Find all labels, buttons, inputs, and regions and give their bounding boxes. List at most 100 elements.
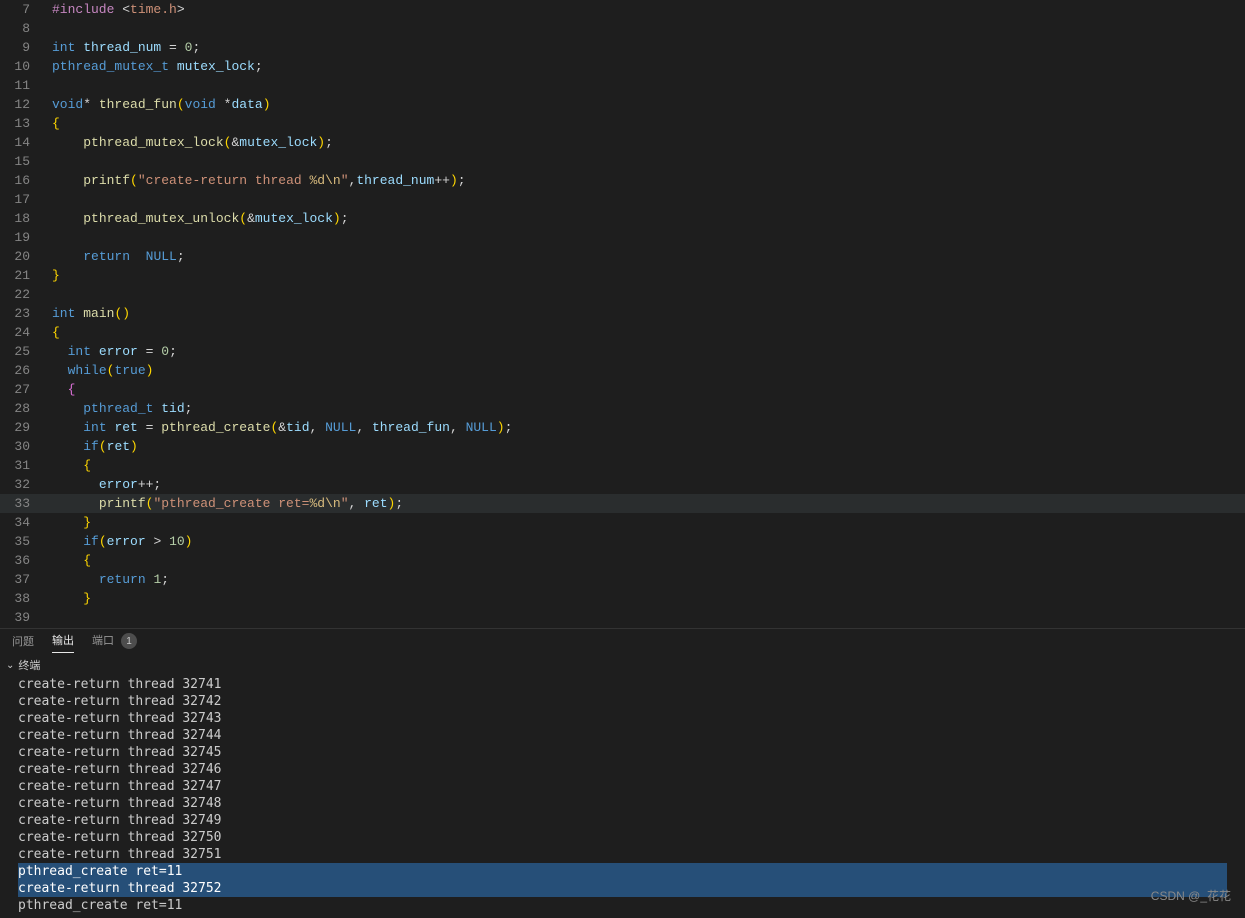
code-content: #include <time.h> [52, 0, 1245, 19]
code-line[interactable]: 21} [0, 266, 1245, 285]
code-line[interactable]: 39 [0, 608, 1245, 627]
code-content: printf("create-return thread %d\n",threa… [52, 171, 1245, 190]
code-content: } [52, 513, 1245, 532]
terminal-output[interactable]: create-return thread 32741 create-return … [0, 674, 1245, 918]
terminal-line: pthread_create ret=11 [18, 897, 1227, 914]
code-content: if(ret) [52, 437, 1245, 456]
code-content: pthread_t tid; [52, 399, 1245, 418]
chevron-down-icon: ⌄ [6, 660, 14, 671]
line-number: 37 [0, 570, 52, 589]
terminal-line: create-return thread 32746 [18, 761, 1227, 778]
panel-tabs: 问题 输出 端口 1 [0, 628, 1245, 656]
code-content: int main() [52, 304, 1245, 323]
line-number: 30 [0, 437, 52, 456]
code-line[interactable]: 19 [0, 228, 1245, 247]
code-line[interactable]: 8 [0, 19, 1245, 38]
code-content [52, 285, 1245, 304]
terminal-line: create-return thread 32743 [18, 710, 1227, 727]
code-content: { [52, 114, 1245, 133]
line-number: 35 [0, 532, 52, 551]
code-line[interactable]: 37 return 1; [0, 570, 1245, 589]
code-line[interactable]: 27 { [0, 380, 1245, 399]
code-line[interactable]: 12void* thread_fun(void *data) [0, 95, 1245, 114]
code-content: { [52, 551, 1245, 570]
terminal-line: create-return thread 32744 [18, 727, 1227, 744]
code-content: return 1; [52, 570, 1245, 589]
code-line[interactable]: 26 while(true) [0, 361, 1245, 380]
line-number: 20 [0, 247, 52, 266]
line-number: 15 [0, 152, 52, 171]
code-content [52, 190, 1245, 209]
line-number: 23 [0, 304, 52, 323]
line-number: 14 [0, 133, 52, 152]
code-content: return NULL; [52, 247, 1245, 266]
code-line[interactable]: 18 pthread_mutex_unlock(&mutex_lock); [0, 209, 1245, 228]
line-number: 9 [0, 38, 52, 57]
tab-ports[interactable]: 端口 1 [92, 632, 137, 654]
code-line[interactable]: 10pthread_mutex_t mutex_lock; [0, 57, 1245, 76]
tab-ports-label: 端口 [92, 635, 114, 647]
code-line[interactable]: 17 [0, 190, 1245, 209]
code-line[interactable]: 7#include <time.h> [0, 0, 1245, 19]
code-content: int error = 0; [52, 342, 1245, 361]
code-content: pthread_mutex_t mutex_lock; [52, 57, 1245, 76]
code-line[interactable]: 36 { [0, 551, 1245, 570]
line-number: 33 [0, 494, 52, 513]
code-content: void* thread_fun(void *data) [52, 95, 1245, 114]
badge-port-count: 1 [121, 633, 137, 649]
code-editor[interactable]: 7#include <time.h>89int thread_num = 0;1… [0, 0, 1245, 628]
code-line[interactable]: 23int main() [0, 304, 1245, 323]
code-line[interactable]: 30 if(ret) [0, 437, 1245, 456]
tab-problems[interactable]: 问题 [12, 633, 34, 653]
code-line[interactable]: 34 } [0, 513, 1245, 532]
code-content: { [52, 380, 1245, 399]
code-content: { [52, 456, 1245, 475]
code-line[interactable]: 28 pthread_t tid; [0, 399, 1245, 418]
code-content: pthread_mutex_unlock(&mutex_lock); [52, 209, 1245, 228]
code-content: } [52, 589, 1245, 608]
code-line[interactable]: 35 if(error > 10) [0, 532, 1245, 551]
line-number: 18 [0, 209, 52, 228]
line-number: 28 [0, 399, 52, 418]
code-line[interactable]: 16 printf("create-return thread %d\n",th… [0, 171, 1245, 190]
code-line[interactable]: 14 pthread_mutex_lock(&mutex_lock); [0, 133, 1245, 152]
line-number: 39 [0, 608, 52, 627]
terminal-line: pthread_create ret=11 [18, 863, 1227, 880]
terminal-line: create-return thread 32752 [18, 880, 1227, 897]
code-content: int ret = pthread_create(&tid, NULL, thr… [52, 418, 1245, 437]
line-number: 29 [0, 418, 52, 437]
code-line[interactable]: 15 [0, 152, 1245, 171]
line-number: 19 [0, 228, 52, 247]
code-content: error++; [52, 475, 1245, 494]
tab-output[interactable]: 输出 [52, 632, 74, 653]
code-line[interactable]: 38 } [0, 589, 1245, 608]
code-line[interactable]: 13{ [0, 114, 1245, 133]
line-number: 31 [0, 456, 52, 475]
code-line[interactable]: 32 error++; [0, 475, 1245, 494]
code-line[interactable]: 29 int ret = pthread_create(&tid, NULL, … [0, 418, 1245, 437]
terminal-line: create-return thread 32751 [18, 846, 1227, 863]
code-line[interactable]: 22 [0, 285, 1245, 304]
line-number: 38 [0, 589, 52, 608]
terminal-line: create-return thread 32747 [18, 778, 1227, 795]
code-line[interactable]: 33 printf("pthread_create ret=%d\n", ret… [0, 494, 1245, 513]
line-number: 10 [0, 57, 52, 76]
line-number: 13 [0, 114, 52, 133]
code-line[interactable]: 11 [0, 76, 1245, 95]
terminal-line: create-return thread 32741 [18, 676, 1227, 693]
code-line[interactable]: 25 int error = 0; [0, 342, 1245, 361]
line-number: 16 [0, 171, 52, 190]
line-number: 24 [0, 323, 52, 342]
code-content [52, 76, 1245, 95]
terminal-line: create-return thread 32750 [18, 829, 1227, 846]
code-line[interactable]: 24{ [0, 323, 1245, 342]
code-line[interactable]: 20 return NULL; [0, 247, 1245, 266]
line-number: 34 [0, 513, 52, 532]
terminal-line: create-return thread 32749 [18, 812, 1227, 829]
code-line[interactable]: 9int thread_num = 0; [0, 38, 1245, 57]
code-line[interactable]: 31 { [0, 456, 1245, 475]
terminal-section-header[interactable]: ⌄ 终端 [0, 656, 1245, 674]
line-number: 26 [0, 361, 52, 380]
code-content [52, 19, 1245, 38]
line-number: 27 [0, 380, 52, 399]
